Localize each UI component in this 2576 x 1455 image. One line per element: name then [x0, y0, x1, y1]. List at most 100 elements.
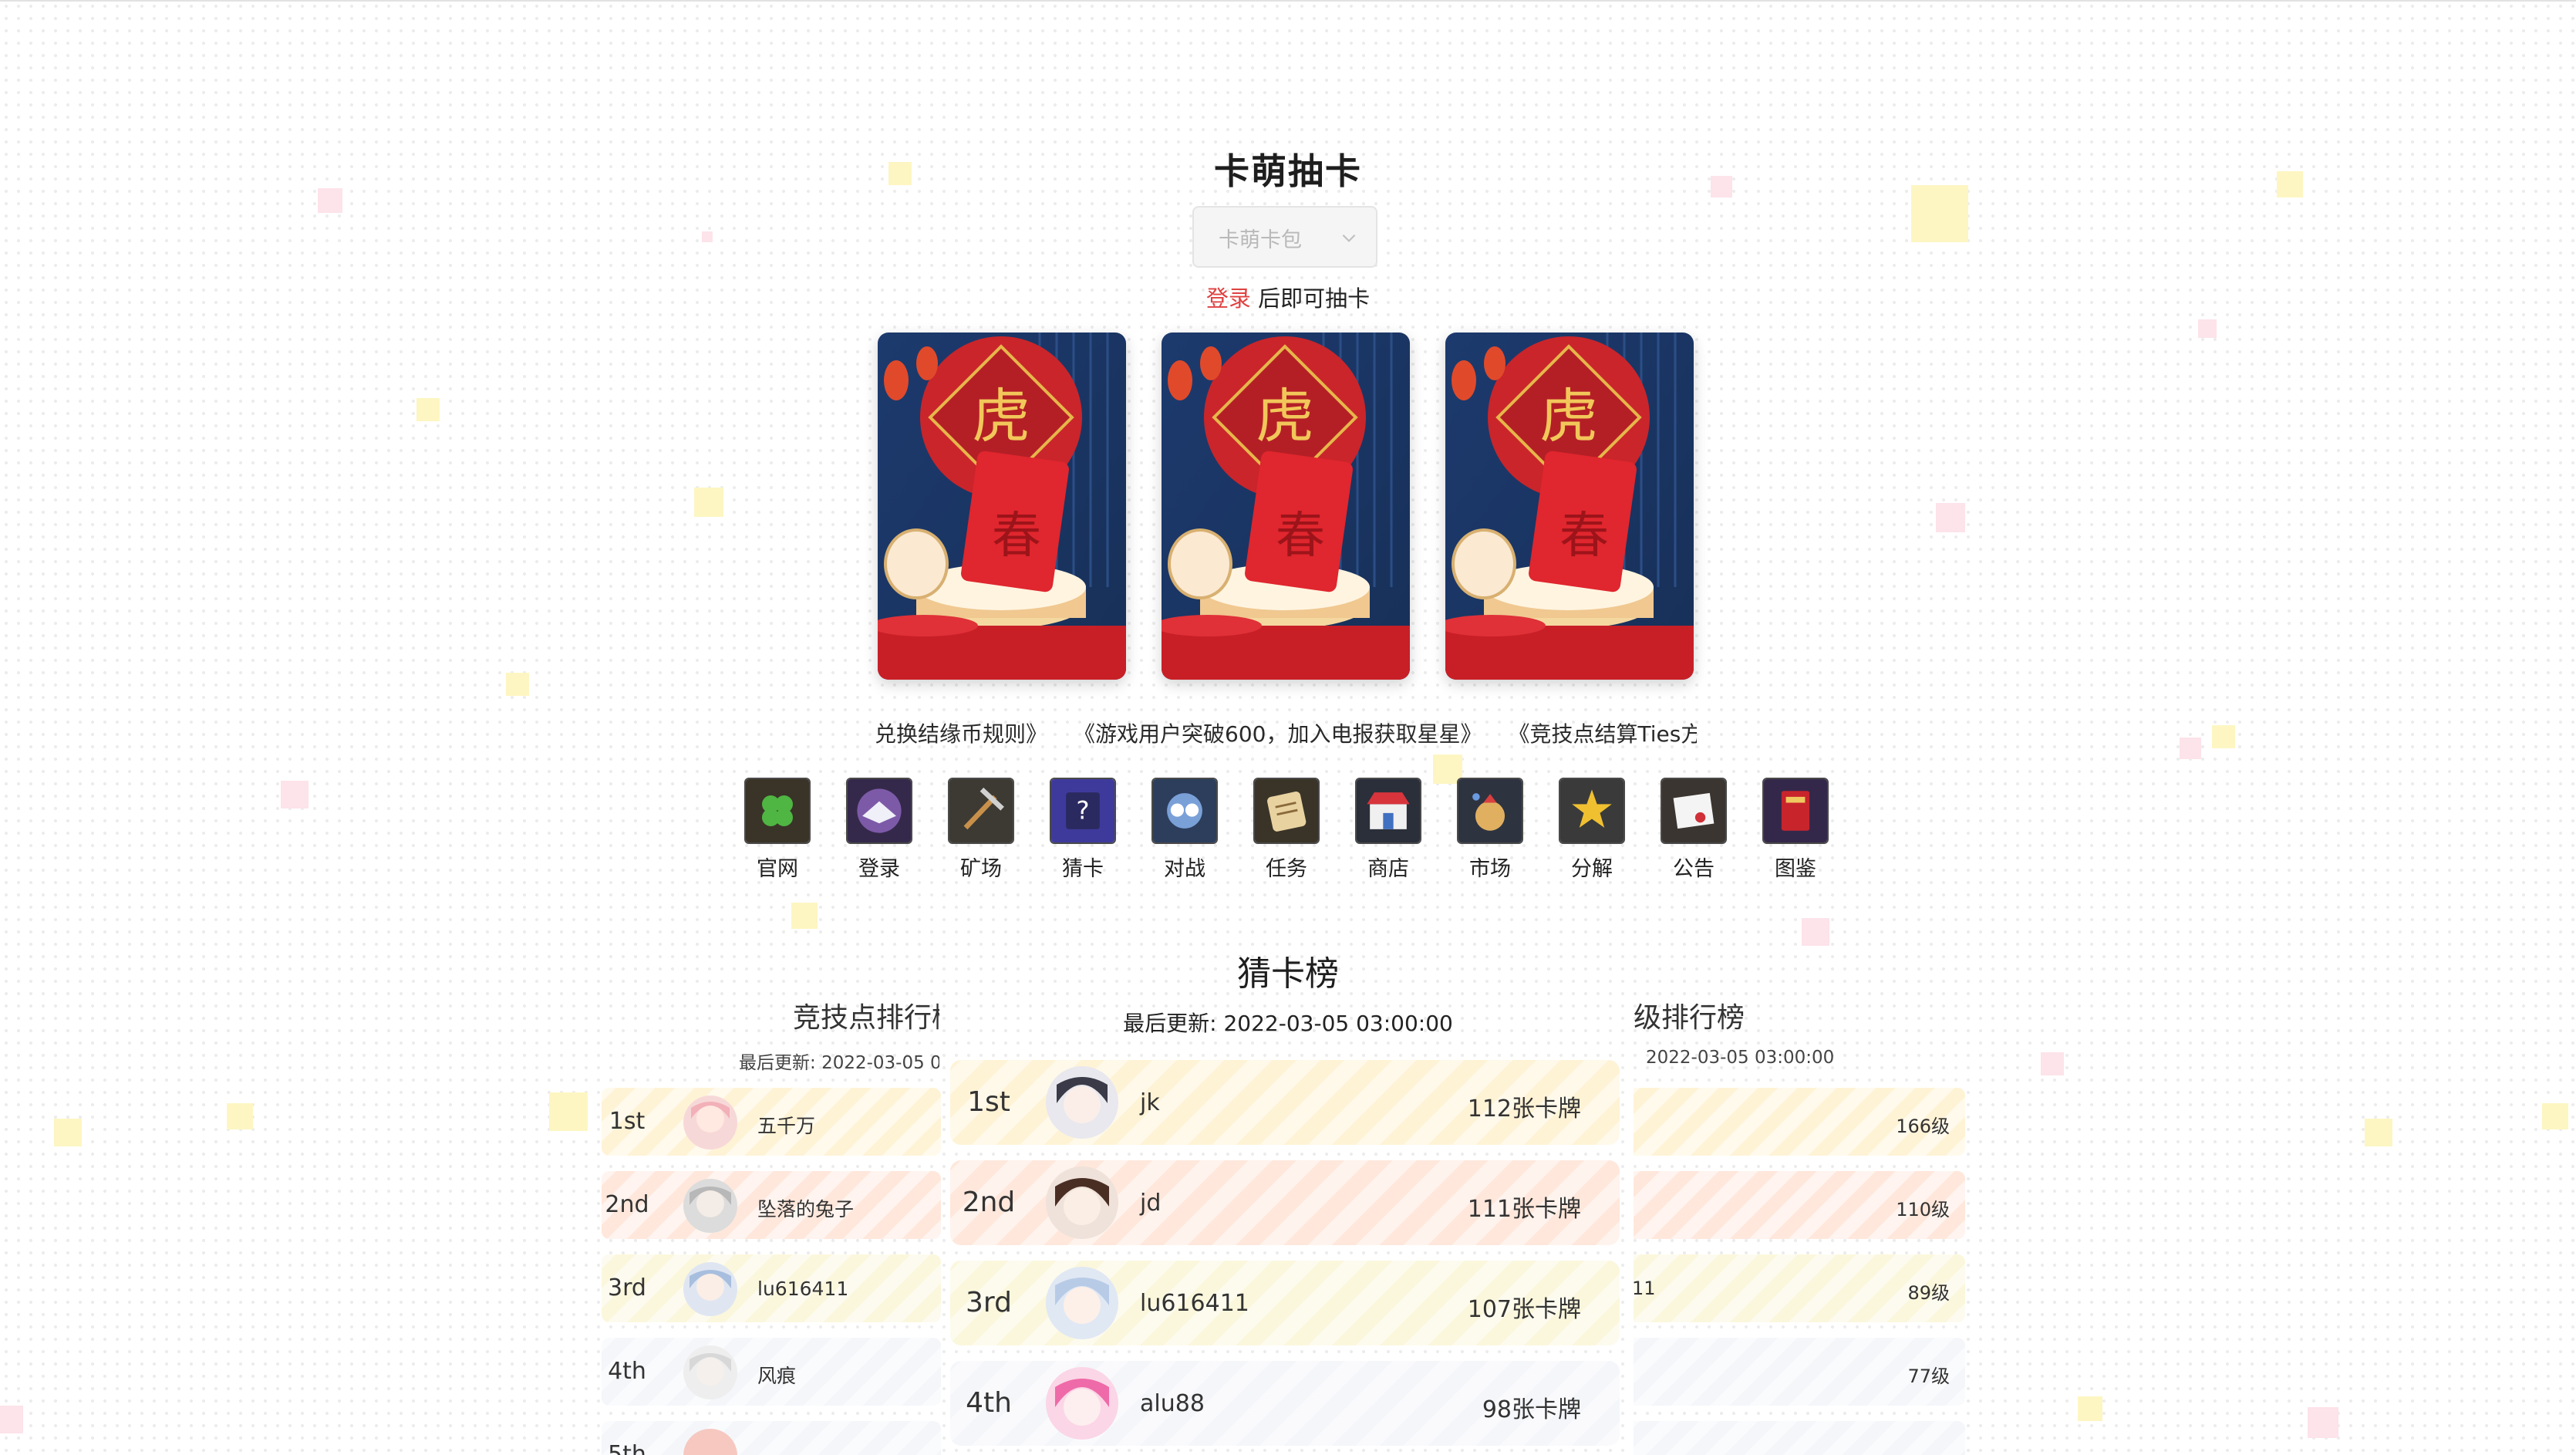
avatar [683, 1262, 737, 1316]
pickaxe-icon [948, 778, 1014, 844]
rank-label: 3rd [966, 1287, 1012, 1318]
shop-icon [1355, 778, 1421, 844]
chevron-down-icon [1342, 234, 1356, 242]
menu-label: 猜卡 [1062, 857, 1104, 881]
avatar [683, 1179, 737, 1233]
menu-item-guess-card[interactable]: ? 猜卡 [1048, 778, 1118, 882]
announcement-link[interactable]: 《游戏用户突破600，加入电报获取星星》 [1074, 717, 1482, 748]
question-card-icon: ? [1050, 778, 1116, 844]
menu-label: 商店 [1367, 857, 1409, 881]
menu-label: 登录 [858, 857, 900, 881]
arena-board-title: 竞技点排行榜 [793, 1002, 939, 1034]
table-row[interactable]: 11 89级 [1634, 1254, 1965, 1322]
codex-book-icon [1762, 778, 1829, 844]
rank-label: 1st [609, 1108, 646, 1135]
avatar [683, 1095, 737, 1149]
card-count: 112张卡牌 [1467, 1095, 1581, 1122]
user-name: jk [1140, 1089, 1160, 1116]
arena-board-updated: 最后更新: 2022-03-05 03:00:00 [739, 1053, 939, 1073]
avatar [1046, 1367, 1118, 1440]
menu-item-official-site[interactable]: 官网 [743, 778, 812, 882]
level-value: 166级 [1896, 1116, 1950, 1137]
rank-label: 4th [966, 1387, 1012, 1419]
table-row[interactable]: 1st 五千万 [602, 1088, 941, 1156]
svg-text:春: 春 [992, 508, 1041, 565]
avatar [1046, 1166, 1118, 1239]
table-row[interactable]: 166级 [1634, 1088, 1965, 1156]
svg-text:春: 春 [1276, 508, 1325, 565]
table-row[interactable]: 4th 风痕 [602, 1338, 941, 1406]
rank-label: 5th [608, 1441, 646, 1455]
announcement-link[interactable]: 兑换结缘币规则》 [875, 717, 1047, 748]
card-count: 111张卡牌 [1467, 1196, 1581, 1223]
menu-label: 市场 [1469, 857, 1511, 881]
table-row[interactable]: 5th [602, 1421, 941, 1455]
card-count: 98张卡牌 [1482, 1396, 1581, 1423]
level-board-title: 等级排行榜 [1634, 1002, 1745, 1034]
table-row[interactable]: 4th alu88 98张卡牌 [950, 1361, 1620, 1446]
avatar [683, 1429, 737, 1455]
login-link[interactable]: 登录 [1206, 285, 1251, 312]
red-envelope-card-art: 虎 春 [878, 333, 1126, 680]
card-pack-1[interactable]: 虎 春 [1162, 333, 1410, 680]
battle-icon [1151, 778, 1218, 844]
menu-label: 对战 [1164, 857, 1205, 881]
level-value: 89级 [1907, 1282, 1950, 1304]
menu-item-shop[interactable]: 商店 [1354, 778, 1423, 882]
user-name: lu616411 [757, 1278, 849, 1300]
menu-label: 任务 [1266, 857, 1307, 881]
user-name: lu616411 [1140, 1290, 1249, 1317]
user-name: 五千万 [757, 1115, 816, 1137]
menu-item-notice[interactable]: 公告 [1659, 778, 1728, 882]
guess-board-title: 猜卡榜 [1237, 954, 1339, 994]
menu-item-mine[interactable]: 矿场 [946, 778, 1016, 882]
table-row[interactable] [1634, 1421, 1965, 1455]
user-name: jd [1140, 1190, 1162, 1217]
card-pack-2[interactable]: 虎 春 [1445, 333, 1694, 680]
rank-label: 2nd [605, 1191, 649, 1218]
announcement-link[interactable]: 《竞技点结算Ties方式》 [1508, 717, 1697, 748]
announcement-marquee: 兑换结缘币规则》《游戏用户突破600，加入电报获取星星》《竞技点结算Ties方式… [875, 717, 1697, 751]
menu-item-tasks[interactable]: 任务 [1252, 778, 1321, 882]
red-envelope-card-art: 虎 春 [1162, 333, 1410, 680]
menu-item-login[interactable]: 登录 [845, 778, 914, 882]
table-row[interactable]: 2nd jd 111张卡牌 [950, 1160, 1620, 1245]
svg-text:?: ? [1076, 795, 1089, 825]
decompose-star-icon [1559, 778, 1625, 844]
rank-label: 3rd [608, 1274, 646, 1301]
red-envelope-card-art: 虎 春 [1445, 333, 1694, 680]
user-name: 风痕 [757, 1365, 797, 1387]
table-row[interactable]: 1st jk 112张卡牌 [950, 1060, 1620, 1145]
table-row[interactable]: 3rd lu616411 107张卡牌 [950, 1261, 1620, 1345]
avatar [1046, 1066, 1118, 1139]
avatar [1046, 1267, 1118, 1339]
card-pack-0[interactable]: 虎 春 [878, 333, 1126, 680]
level-board: 166级 110级 11 89级 77级 [1634, 1088, 1973, 1455]
level-board-updated: 2022-03-05 03:00:00 [1646, 1048, 1835, 1068]
svg-text:春: 春 [1559, 508, 1609, 565]
menu-label: 公告 [1673, 857, 1715, 881]
rank-label: 1st [967, 1086, 1010, 1118]
menu-item-decompose[interactable]: 分解 [1557, 778, 1627, 882]
table-row[interactable]: 77级 [1634, 1338, 1965, 1406]
arena-board: 1st 五千万 2nd 坠落的兔子 3rd lu616411 4th 风痕 5t… [602, 1088, 941, 1455]
card-count: 107张卡牌 [1467, 1296, 1581, 1323]
menu-label: 分解 [1571, 857, 1613, 881]
level-value: 110级 [1896, 1199, 1950, 1220]
card-pack-select[interactable]: 卡萌卡包 [1192, 206, 1377, 268]
avatar [683, 1345, 737, 1399]
top-border [0, 0, 2576, 2]
menu-label: 矿场 [960, 857, 1002, 881]
table-row[interactable]: 2nd 坠落的兔子 [602, 1171, 941, 1239]
card-pack-select-value: 卡萌卡包 [1219, 228, 1302, 252]
user-name: 坠落的兔子 [757, 1198, 855, 1220]
menu-item-battle[interactable]: 对战 [1150, 778, 1219, 882]
menu-label: 官网 [757, 857, 798, 881]
rank-label: 4th [608, 1358, 646, 1385]
menu-item-codex[interactable]: 图鉴 [1761, 778, 1830, 882]
table-row[interactable]: 3rd lu616411 [602, 1254, 941, 1322]
guess-board: 1st jk 112张卡牌 2nd jd 111张卡牌 3rd lu616411… [950, 1060, 1620, 1455]
table-row[interactable]: 110级 [1634, 1171, 1965, 1239]
menu-item-market[interactable]: 市场 [1455, 778, 1525, 882]
page-title: 卡萌抽卡 [1214, 150, 1362, 192]
